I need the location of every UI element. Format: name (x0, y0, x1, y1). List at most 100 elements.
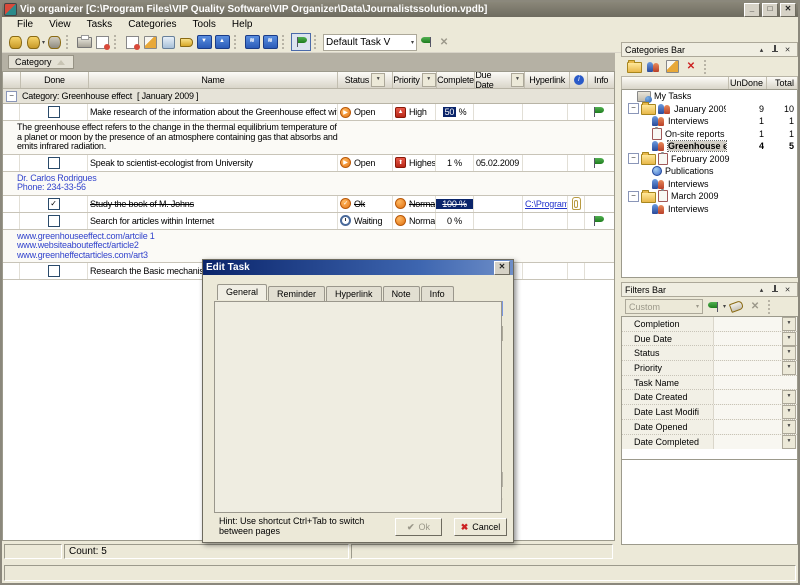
tab-general[interactable]: General (217, 284, 267, 300)
green-flag-icon[interactable] (592, 215, 605, 227)
done-checkbox[interactable] (48, 215, 60, 227)
collapse-node-icon[interactable]: − (628, 103, 639, 114)
edit-task-button[interactable] (141, 34, 159, 50)
delete-task-button[interactable] (159, 34, 177, 50)
task-row[interactable]: Make research of the information about t… (3, 104, 614, 121)
filter-row-date-created[interactable]: Date Created ▼ (622, 390, 797, 405)
done-checkbox[interactable] (48, 265, 60, 277)
menu-categories[interactable]: Categories (121, 18, 183, 31)
tree-item-publications[interactable]: Publications (622, 165, 797, 178)
add-category-button[interactable] (625, 59, 643, 75)
filter-dropdown-arrow[interactable]: ▼ (782, 317, 796, 331)
cancel-button[interactable]: ✖ Cancel (454, 518, 507, 536)
header-status[interactable]: Status▼ (338, 72, 393, 88)
header-due-date[interactable]: Due Date▼ (475, 72, 525, 88)
filter-dropdown-arrow[interactable]: ▼ (782, 332, 796, 346)
pin-panel-button[interactable] (768, 284, 781, 295)
filter-row-date-completed[interactable]: Date Completed ▼ (622, 435, 797, 450)
collapse-node-icon[interactable]: − (628, 191, 639, 202)
close-panel-button[interactable]: ✕ (781, 284, 794, 295)
tree-item-march-2009[interactable]: − March 2009 (622, 190, 797, 203)
filter-row-due-date[interactable]: Due Date ▼ (622, 332, 797, 347)
group-by-category-button[interactable]: Category (8, 55, 74, 69)
menu-view[interactable]: View (42, 18, 78, 31)
collapse-panel-button[interactable]: ▴ (755, 284, 768, 295)
task-name[interactable]: Make research of the information about t… (88, 104, 338, 120)
delete-category-button[interactable]: ✕ (682, 59, 700, 75)
tree-item-on-site-reports[interactable]: On-site reports 1 1 (622, 128, 797, 141)
filter-row-date-last-modified[interactable]: Date Last Modifi ▼ (622, 405, 797, 420)
status-filter-dropdown[interactable]: ▼ (371, 73, 385, 87)
delete-filter-button[interactable]: ✕ (746, 299, 764, 315)
filter-dropdown-arrow[interactable]: ▼ (782, 405, 796, 419)
due-date-value[interactable]: 05.02.2009 (474, 155, 523, 171)
clear-filter-button[interactable] (727, 299, 745, 315)
close-button[interactable]: ✕ (780, 3, 796, 17)
column-undone[interactable]: UnDone (729, 77, 767, 89)
ok-button[interactable]: ✔ Ok (395, 518, 442, 536)
filter-row-date-opened[interactable]: Date Opened ▼ (622, 420, 797, 435)
apply-view-button[interactable] (417, 34, 435, 50)
complete-value[interactable]: 0 % (436, 213, 474, 229)
tree-item-my-tasks[interactable]: My Tasks (622, 90, 797, 103)
task-row-completed[interactable]: ✓ Study the book of M. Johns ✓Ok Normal … (3, 196, 614, 213)
tab-note[interactable]: Note (383, 286, 420, 302)
header-info[interactable]: Info (588, 72, 614, 88)
filter-row-completion[interactable]: Completion ▼ (622, 317, 797, 332)
filter-preset-combobox[interactable]: Custom ▾ (625, 299, 703, 314)
print-preview-button[interactable] (93, 34, 111, 50)
green-flag-icon[interactable] (592, 157, 605, 169)
filter-row-task-name[interactable]: Task Name (622, 376, 797, 391)
task-view-combobox[interactable]: Default Task V ▾ (323, 34, 417, 51)
filter-dropdown-arrow[interactable]: ▼ (782, 346, 796, 360)
task-row[interactable]: Search for articles within Internet Wait… (3, 213, 614, 230)
expand-all-button[interactable]: ≋ (243, 34, 261, 50)
tree-item-january-2009[interactable]: − January 2009 9 10 (622, 103, 797, 116)
minimize-button[interactable]: _ (744, 3, 760, 17)
tab-hyperlink[interactable]: Hyperlink (326, 286, 382, 302)
apply-filter-button[interactable] (704, 299, 722, 315)
paperclip-icon[interactable] (572, 197, 581, 210)
menu-help[interactable]: Help (225, 18, 260, 31)
collapse-all-button[interactable]: ≋ (261, 34, 279, 50)
collapse-node-icon[interactable]: − (628, 153, 639, 164)
filter-dropdown-arrow[interactable]: ▼ (782, 361, 796, 375)
edit-category-button[interactable] (663, 59, 681, 75)
close-panel-button[interactable]: ✕ (781, 44, 794, 55)
move-up-button[interactable]: ▲ (213, 34, 231, 50)
done-checkbox-checked[interactable]: ✓ (48, 198, 60, 210)
header-attachment[interactable]: i (570, 72, 588, 88)
header-name[interactable]: Name (89, 72, 338, 88)
tree-item-interviews[interactable]: Interviews (622, 203, 797, 216)
pin-panel-button[interactable] (768, 44, 781, 55)
move-down-button[interactable]: ▼ (195, 34, 213, 50)
maximize-button[interactable]: □ (762, 3, 778, 17)
done-checkbox[interactable] (48, 106, 60, 118)
done-checkbox[interactable] (48, 157, 60, 169)
header-hyperlink[interactable]: Hyperlink (525, 72, 571, 88)
filter-dropdown-arrow[interactable]: ▼ (782, 390, 796, 404)
tree-item-interviews[interactable]: Interviews (622, 178, 797, 191)
menu-file[interactable]: File (10, 18, 40, 31)
filter-dropdown-arrow[interactable]: ▼ (782, 420, 796, 434)
header-priority[interactable]: Priority▼ (393, 72, 437, 88)
filter-dropdown-arrow[interactable]: ▼ (782, 435, 796, 449)
add-subcategory-button[interactable] (644, 59, 662, 75)
priority-filter-dropdown[interactable]: ▼ (422, 73, 436, 87)
filter-row-priority[interactable]: Priority ▼ (622, 361, 797, 376)
open-database-button[interactable] (24, 34, 42, 50)
task-name[interactable]: Study the book of M. Johns (88, 196, 338, 212)
tab-reminder[interactable]: Reminder (268, 286, 325, 302)
complete-value[interactable]: 100 % (436, 199, 473, 209)
tree-item-february-2009[interactable]: − February 2009 (622, 153, 797, 166)
menu-tasks[interactable]: Tasks (80, 18, 120, 31)
complete-value-selected[interactable]: 50 (443, 107, 457, 117)
filter-row-status[interactable]: Status ▼ (622, 346, 797, 361)
add-task-button[interactable] (123, 34, 141, 50)
column-total[interactable]: Total (767, 77, 797, 89)
dialog-close-button[interactable]: ✕ (494, 261, 510, 275)
hyperlink-value[interactable]: C:\Program (525, 199, 568, 209)
task-name[interactable]: Speak to scientist-ecologist from Univer… (88, 155, 338, 171)
delete-view-button[interactable]: ✕ (435, 34, 453, 50)
green-flag-icon[interactable] (592, 106, 605, 118)
